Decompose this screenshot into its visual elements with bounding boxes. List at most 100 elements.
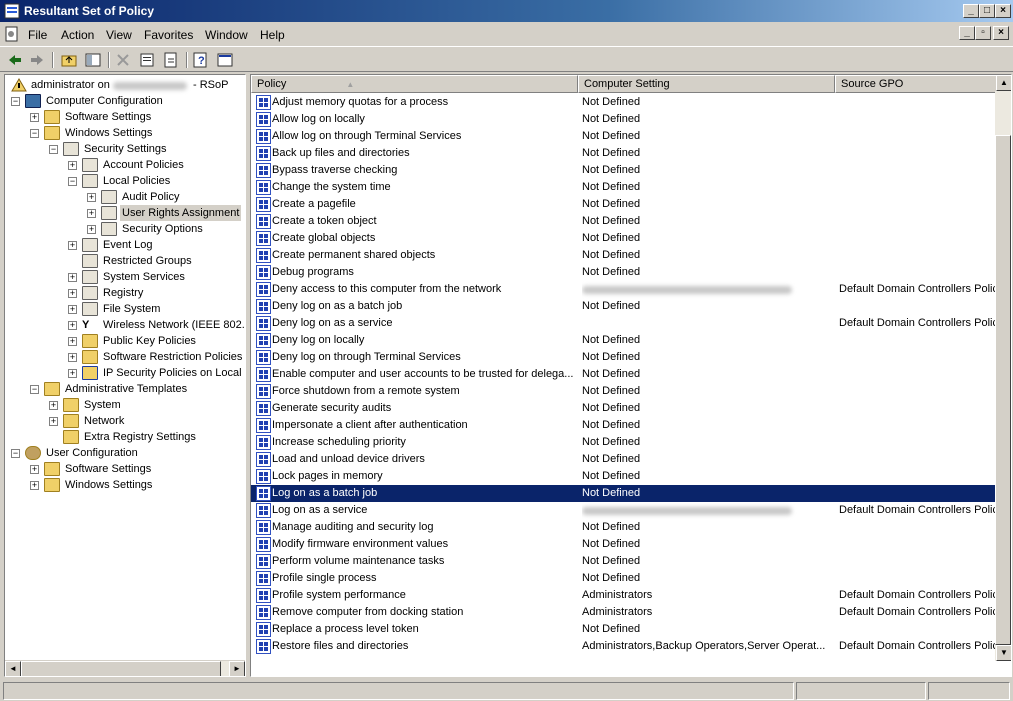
policy-row[interactable]: Deny log on through Terminal Services Not…	[251, 349, 996, 366]
policy-row[interactable]: Perform volume maintenance tasks Not Defi…	[251, 553, 996, 570]
menu-window[interactable]: Window	[205, 28, 248, 42]
policy-row[interactable]: Force shutdown from a remote system Not D…	[251, 383, 996, 400]
tree-node[interactable]: + Audit Policy	[5, 189, 245, 205]
menu-action[interactable]: Action	[61, 28, 94, 42]
back-arrow-icon[interactable]	[6, 51, 24, 69]
scroll-up-button[interactable]: ▲	[996, 75, 1011, 91]
tree-node[interactable]: + System Services	[5, 269, 245, 285]
collapse-icon[interactable]: −	[11, 449, 20, 458]
tree-node[interactable]: + System	[5, 397, 245, 413]
tree-node[interactable]: + Software Settings	[5, 109, 245, 125]
tree-horizontal-scrollbar[interactable]: ◄ ►	[5, 660, 245, 676]
menu-view[interactable]: View	[106, 28, 132, 42]
policy-list[interactable]: Policy ▲ Computer Setting Source GPO ▲ Ad…	[250, 74, 1012, 677]
tree-node[interactable]: + File System	[5, 301, 245, 317]
tree-node[interactable]: + Public Key Policies	[5, 333, 245, 349]
export-list-icon[interactable]	[162, 51, 180, 69]
expand-icon[interactable]: +	[68, 289, 77, 298]
forward-arrow-icon[interactable]	[28, 51, 46, 69]
close-button[interactable]: ×	[995, 4, 1011, 18]
collapse-icon[interactable]: −	[30, 129, 39, 138]
collapse-icon[interactable]: −	[49, 145, 58, 154]
tree-node[interactable]: + IP Security Policies on Local C	[5, 365, 245, 381]
list-vertical-scrollbar[interactable]	[995, 91, 1011, 661]
collapse-icon[interactable]: −	[68, 177, 77, 186]
policy-row[interactable]: Lock pages in memory Not Defined	[251, 468, 996, 485]
scroll-thumb[interactable]	[21, 661, 221, 676]
policy-row[interactable]: Deny log on as a batch job Not Defined	[251, 298, 996, 315]
properties-icon[interactable]	[138, 51, 156, 69]
scroll-down-button[interactable]: ▼	[996, 645, 1011, 661]
expand-icon[interactable]: +	[68, 369, 77, 378]
policy-row[interactable]: Create permanent shared objects Not Defin…	[251, 247, 996, 264]
policy-row[interactable]: Remove computer from docking station Admi…	[251, 604, 999, 621]
expand-icon[interactable]: +	[87, 209, 96, 218]
policy-row[interactable]: Replace a process level token Not Defined	[251, 621, 996, 638]
expand-icon[interactable]: +	[68, 337, 77, 346]
policy-row[interactable]: Deny log on as a service Default Domain C…	[251, 315, 999, 332]
expand-icon[interactable]: +	[49, 401, 58, 410]
expand-icon[interactable]: +	[30, 465, 39, 474]
help-icon[interactable]: ?	[192, 51, 210, 69]
tree-node[interactable]: + Event Log	[5, 237, 245, 253]
expand-icon[interactable]: +	[68, 305, 77, 314]
show-hide-tree-icon[interactable]	[84, 51, 102, 69]
menu-favorites[interactable]: Favorites	[144, 28, 193, 42]
policy-row[interactable]: Deny access to this computer from the ne…	[251, 281, 999, 298]
policy-row[interactable]: Log on as a service Default Domain Contro…	[251, 502, 999, 519]
tree-node[interactable]: + Software Restriction Policies	[5, 349, 245, 365]
column-header-source[interactable]: Source GPO	[835, 75, 997, 93]
menu-help[interactable]: Help	[260, 28, 285, 42]
policy-row[interactable]: Load and unload device drivers Not Define…	[251, 451, 996, 468]
policy-row[interactable]: Create a token object Not Defined	[251, 213, 996, 230]
mdi-close-button[interactable]: ×	[993, 26, 1009, 40]
tree-node[interactable]: + Y Wireless Network (IEEE 802.1	[5, 317, 245, 333]
delete-icon[interactable]	[114, 51, 132, 69]
tree-node[interactable]: + Account Policies	[5, 157, 245, 173]
tree-root[interactable]: administrator on - RSoP	[9, 77, 245, 93]
maximize-button[interactable]: □	[979, 4, 995, 18]
policy-row[interactable]: Change the system time Not Defined	[251, 179, 996, 196]
expand-icon[interactable]: +	[68, 321, 77, 330]
expand-icon[interactable]: +	[87, 193, 96, 202]
tree-node[interactable]: + Software Settings	[5, 461, 245, 477]
expand-icon[interactable]: +	[49, 417, 58, 426]
policy-row[interactable]: Increase scheduling priority Not Defined	[251, 434, 996, 451]
policy-row[interactable]: Create a pagefile Not Defined	[251, 196, 996, 213]
tree-node[interactable]: Extra Registry Settings	[5, 429, 245, 445]
policy-row[interactable]: Manage auditing and security log Not Defi…	[251, 519, 996, 536]
tree-node[interactable]: Restricted Groups	[5, 253, 245, 269]
expand-icon[interactable]: +	[30, 481, 39, 490]
policy-row[interactable]: Allow log on through Terminal Services No…	[251, 128, 996, 145]
console-tree-icon[interactable]	[216, 51, 234, 69]
policy-row[interactable]: Log on as a batch job Not Defined	[251, 485, 996, 502]
collapse-icon[interactable]: −	[11, 97, 20, 106]
tree-node[interactable]: − User Configuration	[5, 445, 245, 461]
expand-icon[interactable]: +	[30, 113, 39, 122]
policy-row[interactable]: Back up files and directories Not Defined	[251, 145, 996, 162]
policy-row[interactable]: Generate security audits Not Defined	[251, 400, 996, 417]
mdi-minimize-button[interactable]: _	[959, 26, 975, 40]
console-tree[interactable]: administrator on - RSoP − Computer Config…	[4, 74, 246, 677]
collapse-icon[interactable]: −	[30, 385, 39, 394]
policy-row[interactable]: Create global objects Not Defined	[251, 230, 996, 247]
tree-node[interactable]: + Registry	[5, 285, 245, 301]
tree-node[interactable]: − Administrative Templates	[5, 381, 245, 397]
policy-row[interactable]: Profile single process Not Defined	[251, 570, 996, 587]
column-header-policy[interactable]: Policy ▲	[251, 75, 578, 93]
expand-icon[interactable]: +	[87, 225, 96, 234]
up-folder-icon[interactable]	[60, 51, 78, 69]
policy-row[interactable]: Profile system performance Administrators…	[251, 587, 999, 604]
expand-icon[interactable]: +	[68, 353, 77, 362]
menu-file[interactable]: File	[28, 28, 47, 42]
expand-icon[interactable]: +	[68, 273, 77, 282]
policy-row[interactable]: Restore files and directories Administrat…	[251, 638, 999, 655]
expand-icon[interactable]: +	[68, 241, 77, 250]
minimize-button[interactable]: _	[963, 4, 979, 18]
policy-row[interactable]: Debug programs Not Defined	[251, 264, 996, 281]
tree-node[interactable]: − Local Policies	[5, 173, 245, 189]
policy-row[interactable]: Modify firmware environment values Not De…	[251, 536, 996, 553]
policy-row[interactable]: Enable computer and user accounts to be …	[251, 366, 996, 383]
tree-node[interactable]: − Windows Settings	[5, 125, 245, 141]
policy-row[interactable]: Bypass traverse checking Not Defined	[251, 162, 996, 179]
